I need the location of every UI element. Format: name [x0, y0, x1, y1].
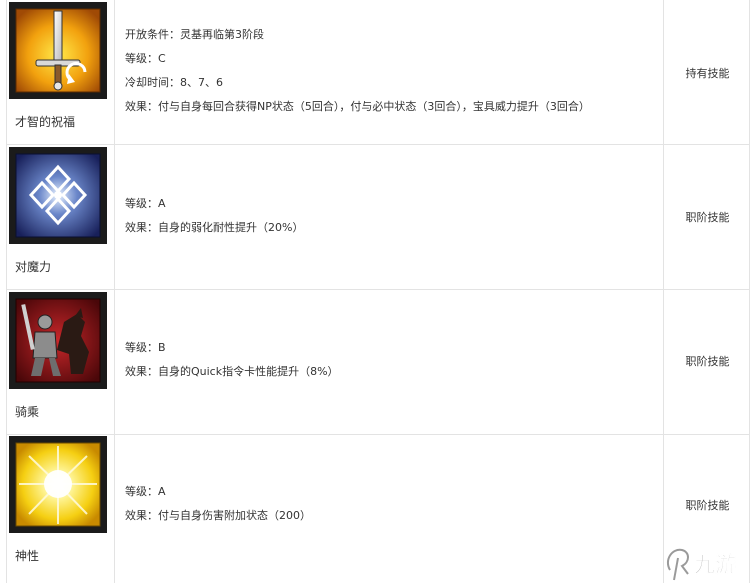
skill-description: 开放条件：灵基再临第3阶段 等级：C 冷却时间：8、7、6 效果：付与自身每回合… — [125, 23, 590, 119]
sword-blessing-icon — [9, 2, 107, 99]
skill-name: 骑乘 — [15, 405, 40, 419]
skill-effect-text: 效果：付与自身每回合获得NP状态（5回合），付与必中状态（3回合），宝具威力提升… — [125, 100, 590, 113]
unlock-condition-text: 开放条件：灵基再临第3阶段 — [125, 28, 264, 41]
skill-name: 才智的祝福 — [15, 115, 76, 129]
skill-row: 才智的祝福 开放条件：灵基再临第3阶段 等级：C 冷却时间：8、7、6 效果：付… — [7, 0, 750, 145]
skill-effect-text: 效果：自身的弱化耐性提升（20%） — [125, 221, 304, 234]
skill-name: 神性 — [15, 549, 40, 563]
skill-row: 骑乘 等级：B 效果：自身的Quick指令卡性能提升（8%） 职阶技能 — [7, 290, 750, 435]
skill-effect-text: 效果：付与自身伤害附加状态（200） — [125, 509, 311, 522]
skill-rank-text: 等级：A — [125, 197, 166, 210]
divinity-sun-icon — [9, 436, 107, 533]
skill-name: 对魔力 — [15, 260, 52, 274]
skill-type: 职阶技能 — [685, 499, 730, 512]
skill-rank-text: 等级：B — [125, 341, 166, 354]
skill-description-cell: 等级：A 效果：自身的弱化耐性提升（20%） — [115, 145, 664, 289]
skill-description-cell: 等级：B 效果：自身的Quick指令卡性能提升（8%） — [115, 290, 664, 434]
skill-type: 持有技能 — [685, 67, 730, 80]
skill-description-cell: 等级：A 效果：付与自身伤害附加状态（200） — [115, 434, 664, 583]
skill-type-cell: 持有技能 — [664, 0, 750, 144]
skill-description-cell: 开放条件：灵基再临第3阶段 等级：C 冷却时间：8、7、6 效果：付与自身每回合… — [115, 0, 664, 144]
skill-type-cell: 职阶技能 — [664, 290, 750, 434]
skill-type: 职阶技能 — [685, 355, 730, 368]
magic-resistance-icon — [9, 147, 107, 244]
skill-rank-text: 等级：A — [125, 485, 166, 498]
skill-effect-text: 效果：自身的Quick指令卡性能提升（8%） — [125, 365, 339, 378]
skill-icon-cell: 才智的祝福 — [7, 0, 115, 144]
skill-description: 等级：A 效果：付与自身伤害附加状态（200） — [125, 480, 311, 528]
skill-row: 神性 等级：A 效果：付与自身伤害附加状态（200） 职阶技能 — [7, 434, 750, 583]
watermark-text: 九游 — [693, 553, 736, 577]
skills-table: 才智的祝福 开放条件：灵基再临第3阶段 等级：C 冷却时间：8、7、6 效果：付… — [6, 0, 750, 583]
skill-row: 对魔力 等级：A 效果：自身的弱化耐性提升（20%） 职阶技能 — [7, 145, 750, 290]
jiuyou-logo-icon: 九游 — [660, 540, 750, 583]
cooldown-text: 冷却时间：8、7、6 — [125, 76, 223, 89]
skill-description: 等级：A 效果：自身的弱化耐性提升（20%） — [125, 192, 303, 240]
skill-description: 等级：B 效果：自身的Quick指令卡性能提升（8%） — [125, 336, 339, 384]
skill-type: 职阶技能 — [685, 211, 730, 224]
skill-icon-cell: 对魔力 — [7, 145, 115, 289]
riding-knight-icon — [9, 292, 107, 389]
skill-icon-cell: 神性 — [7, 434, 115, 583]
skill-rank-text: 等级：C — [125, 52, 166, 65]
skill-icon-cell: 骑乘 — [7, 290, 115, 434]
skill-type-cell: 职阶技能 — [664, 145, 750, 289]
